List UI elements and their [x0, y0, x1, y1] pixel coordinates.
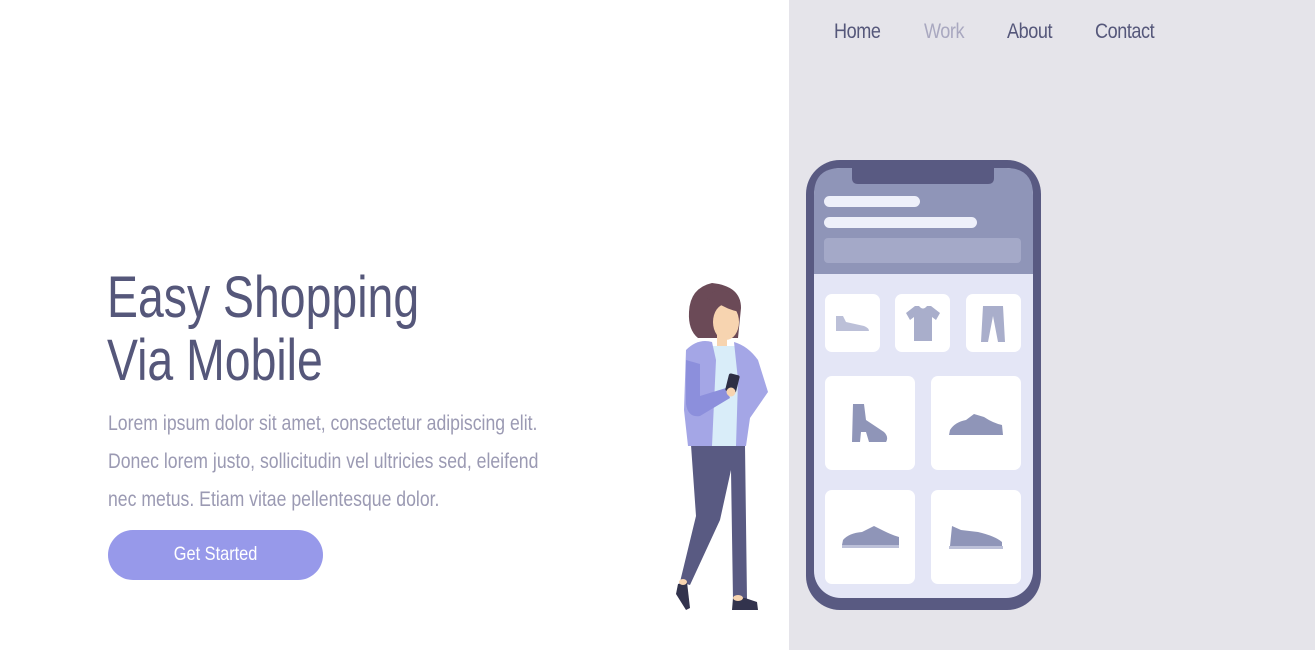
shopping-illustration	[676, 160, 1041, 610]
phone-illustration	[806, 160, 1041, 610]
woman-figure	[676, 283, 768, 610]
